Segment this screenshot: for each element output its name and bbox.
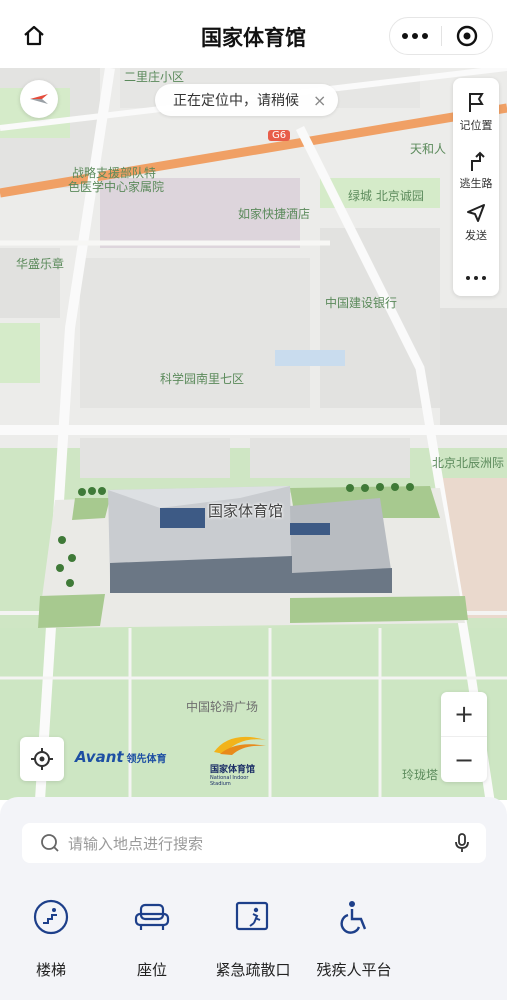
nis-logo-name: 国家体育馆	[210, 765, 256, 775]
locating-toast: 正在定位中，请稍候 ×	[155, 84, 339, 116]
send-icon	[467, 204, 485, 222]
national-indoor-stadium-logo: 国家体育馆 National Indoor Stadium	[210, 730, 270, 787]
map-label: 中国建设银行	[325, 296, 398, 310]
feature-label: 座位	[136, 961, 167, 979]
map-label: 色医学中心家属院	[68, 180, 165, 194]
compass-button[interactable]	[20, 80, 58, 118]
map-label: 天和人	[410, 142, 447, 156]
highway-badge: G6	[268, 130, 291, 141]
search-icon	[41, 834, 59, 852]
venue-label[interactable]: 国家体育馆	[208, 500, 283, 521]
stairs-icon	[33, 899, 69, 935]
more-options-button[interactable]	[390, 33, 441, 39]
compass-icon	[30, 94, 48, 104]
emergency-exit-icon	[235, 901, 269, 931]
close-miniprogram-button[interactable]	[442, 24, 493, 48]
toast-text: 正在定位中，请稍候	[173, 93, 299, 109]
nis-logo-sub: National Indoor Stadium	[210, 775, 249, 787]
map-label: 中国轮滑广场	[186, 700, 259, 714]
feature-label: 紧急疏散口	[215, 961, 291, 979]
search-input[interactable]: 请输入地点进行搜索	[22, 823, 486, 863]
map-view[interactable]: 二里庄小区 G6 天和人 战略支援部队特 色医学中心家属院 绿城 北京诚园 如家…	[0, 68, 507, 800]
route-icon	[471, 151, 485, 171]
feature-label: 残疾人平台	[316, 961, 392, 979]
side-item-label: 记位置	[459, 119, 493, 132]
avant-logo-cn: 领先体育	[126, 754, 167, 765]
toast-close-icon[interactable]: ×	[313, 91, 326, 110]
send-button[interactable]: 发送	[453, 202, 499, 243]
more-tools-button[interactable]	[453, 266, 499, 285]
avant-logo: Avant 领先体育	[75, 748, 167, 766]
flag-icon	[469, 93, 484, 112]
map-label: 华盛乐章	[16, 257, 65, 271]
zoom-in-button[interactable]: +	[441, 692, 487, 737]
seat-icon	[134, 903, 170, 930]
search-placeholder: 请输入地点进行搜索	[68, 834, 204, 853]
wheelchair-icon	[340, 901, 367, 934]
feature-emergency-exit[interactable]: 紧急疏散口	[208, 897, 298, 980]
feature-seat[interactable]: 座位	[107, 897, 197, 980]
miniprogram-capsule	[389, 17, 493, 55]
microphone-icon[interactable]	[454, 833, 470, 853]
crosshair-icon	[31, 748, 53, 770]
header-bar: 国家体育馆	[0, 0, 507, 68]
stadium-emblem-icon	[214, 736, 266, 755]
feature-label: 楼梯	[35, 961, 66, 979]
avant-logo-text: Avant	[75, 748, 124, 766]
map-label: 北京北辰洲际	[432, 456, 505, 470]
side-item-label: 逃生路	[459, 177, 493, 190]
save-location-button[interactable]: 记位置	[453, 92, 499, 133]
zoom-out-button[interactable]: −	[441, 737, 487, 782]
feature-stairs[interactable]: 楼梯	[6, 897, 96, 980]
map-label: 科学园南里七区	[160, 372, 245, 386]
side-item-label: 发送	[465, 229, 487, 242]
map-label: 如家快捷酒店	[238, 207, 311, 221]
map-label: 玲珑塔	[402, 768, 439, 782]
map-label: 绿城 北京诚园	[348, 189, 424, 203]
feature-accessible-platform[interactable]: 残疾人平台	[309, 897, 399, 980]
map-label: 二里庄小区	[124, 70, 185, 84]
locate-me-button[interactable]	[20, 737, 64, 781]
target-close-icon	[456, 25, 477, 47]
escape-route-button[interactable]: 逃生路	[453, 150, 499, 191]
bottom-sheet: 请输入地点进行搜索 楼梯 座位 紧急疏散口 残疾人平台	[0, 797, 507, 1000]
zoom-controls: + −	[441, 692, 487, 782]
map-tools-panel: 记位置 逃生路 发送	[453, 78, 499, 296]
more-dots-icon	[466, 276, 486, 280]
